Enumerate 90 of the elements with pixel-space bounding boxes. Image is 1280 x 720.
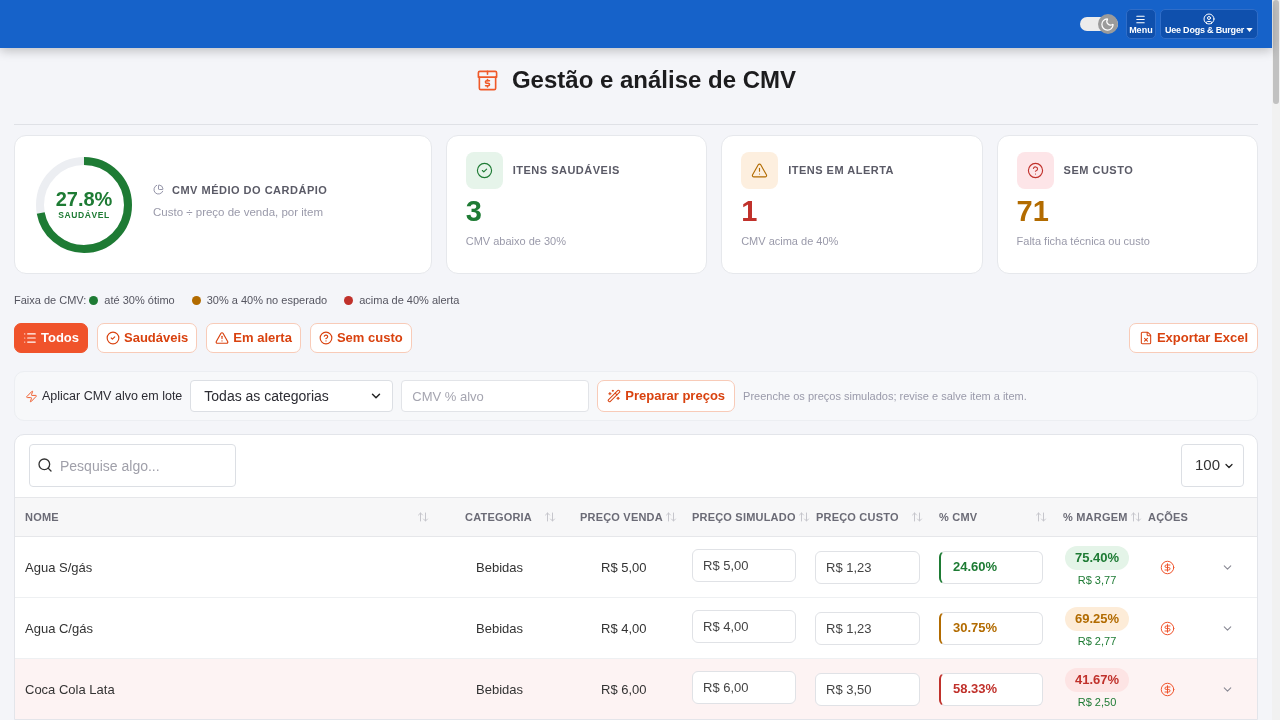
card-caption: CMV abaixo de 30% bbox=[465, 234, 567, 249]
dollar-circle-icon[interactable] bbox=[1160, 681, 1175, 697]
theme-toggle[interactable] bbox=[1079, 14, 1118, 34]
sort-icon[interactable] bbox=[417, 511, 429, 523]
simulated-price-input[interactable]: R$ 4,00 bbox=[692, 610, 796, 643]
sort-icon[interactable] bbox=[911, 511, 923, 523]
item-name: Agua S/gás bbox=[25, 560, 93, 575]
dollar-box-icon bbox=[475, 68, 499, 92]
sale-price: R$ 4,00 bbox=[601, 621, 647, 636]
list-icon bbox=[23, 331, 37, 345]
pie-chart-icon bbox=[153, 184, 164, 196]
margin-amount: R$ 2,50 bbox=[1077, 694, 1117, 710]
margin-amount: R$ 2,77 bbox=[1077, 633, 1117, 649]
sort-icon[interactable] bbox=[797, 511, 810, 523]
stat-value: 1 bbox=[741, 194, 759, 229]
cost-price-input[interactable]: R$ 1,23 bbox=[815, 611, 920, 645]
cmv-value: 30.75% bbox=[939, 611, 1043, 645]
legend-text: 30% a 40% no esperado bbox=[206, 292, 328, 308]
category-text: Bebidas bbox=[476, 682, 523, 697]
category-text: Bebidas bbox=[476, 621, 523, 636]
filter-tab[interactable]: Sem custo bbox=[309, 323, 412, 353]
column-header: CATEGORIA bbox=[465, 509, 532, 525]
sale-price: R$ 6,00 bbox=[601, 682, 647, 697]
gauge-status: SAUDÁVEL bbox=[58, 210, 110, 221]
check-circle-icon bbox=[106, 331, 121, 345]
batch-hint: Preenche os preços simulados; revise e salve item a item. bbox=[743, 388, 1027, 404]
card-caption: Falta ficha técnica ou custo bbox=[1016, 234, 1151, 249]
margin-badge: 75.40% bbox=[1064, 545, 1130, 570]
category-text: Bebidas bbox=[476, 560, 523, 575]
filter-tab[interactable]: Em alerta bbox=[206, 323, 301, 353]
column-header: NOME bbox=[25, 509, 59, 525]
column-header: PREÇO VENDA bbox=[580, 509, 663, 525]
question-circle-icon bbox=[318, 331, 333, 345]
sort-icon[interactable] bbox=[665, 511, 677, 523]
margin-badge: 41.67% bbox=[1064, 667, 1130, 692]
sort-icon[interactable] bbox=[1035, 511, 1047, 523]
simulated-price-input[interactable]: R$ 5,00 bbox=[692, 549, 796, 582]
prepare-prices-button[interactable]: Preparar preços bbox=[597, 380, 736, 412]
legend-label: Faixa de CMV: bbox=[14, 292, 87, 308]
scrollbar-thumb[interactable] bbox=[1273, 0, 1279, 104]
page-size-select[interactable]: 100 bbox=[1181, 444, 1244, 487]
stat-value: 3 bbox=[465, 194, 483, 229]
sort-icon[interactable] bbox=[1129, 511, 1142, 523]
warning-triangle-icon bbox=[215, 331, 230, 345]
stat-value: 71 bbox=[1016, 194, 1050, 229]
margin-badge: 69.25% bbox=[1064, 606, 1130, 631]
moon-icon bbox=[1097, 14, 1118, 34]
lightning-icon bbox=[25, 389, 38, 403]
simulated-price-input[interactable]: R$ 6,00 bbox=[692, 671, 796, 704]
column-header: AÇÕES bbox=[1148, 509, 1189, 525]
dollar-circle-icon[interactable] bbox=[1160, 620, 1175, 636]
cost-price-input[interactable]: R$ 3,50 bbox=[815, 672, 920, 706]
card-subtitle: Custo ÷ preço de venda, por item bbox=[153, 205, 324, 221]
sale-price: R$ 5,00 bbox=[601, 560, 647, 575]
page-title: Gestão e análise de CMV bbox=[511, 65, 797, 95]
cmv-value: 24.60% bbox=[939, 550, 1043, 584]
filter-tab[interactable]: Saudáveis bbox=[97, 323, 198, 353]
search-icon bbox=[37, 457, 53, 473]
user-circle-icon bbox=[1202, 13, 1215, 25]
cost-price-input[interactable]: R$ 1,23 bbox=[815, 550, 920, 584]
target-cmv-input[interactable]: CMV % alvo bbox=[401, 380, 590, 412]
column-header: % MARGEM bbox=[1063, 509, 1128, 525]
item-name: Coca Cola Lata bbox=[25, 682, 115, 697]
file-x-icon bbox=[1138, 331, 1153, 345]
category-select[interactable]: Todas as categorias bbox=[190, 380, 394, 412]
column-header: PREÇO SIMULADO bbox=[692, 509, 796, 525]
menu-button[interactable]: Menu bbox=[1125, 9, 1156, 39]
gauge-value: 27.8% bbox=[55, 188, 113, 210]
card-title: ITENS EM ALERTA bbox=[788, 163, 894, 179]
sort-icon[interactable] bbox=[544, 511, 556, 523]
card-title: SEM CUSTO bbox=[1063, 163, 1134, 179]
filter-tab[interactable]: Todos bbox=[14, 323, 89, 353]
magic-wand-icon bbox=[607, 389, 622, 403]
dollar-circle-icon[interactable] bbox=[1160, 559, 1175, 575]
export-button[interactable]: Exportar Excel bbox=[1128, 323, 1258, 353]
item-name: Agua C/gás bbox=[25, 621, 93, 636]
card-caption: CMV acima de 40% bbox=[741, 234, 840, 249]
card-title: CMV MÉDIO DO CARDÁPIO bbox=[172, 182, 328, 198]
caret-icon bbox=[1246, 28, 1253, 32]
column-header: PREÇO CUSTO bbox=[816, 509, 899, 525]
margin-amount: R$ 3,77 bbox=[1077, 572, 1117, 588]
legend-text: acima de 40% alerta bbox=[359, 292, 460, 308]
batch-label: Aplicar CMV alvo em lote bbox=[42, 387, 183, 405]
card-title: ITENS SAUDÁVEIS bbox=[512, 163, 620, 179]
account-button[interactable]: Uee Dogs & Burger bbox=[1159, 9, 1258, 39]
cmv-value: 58.33% bbox=[939, 672, 1043, 706]
legend-text: até 30% ótimo bbox=[104, 292, 175, 308]
search-field[interactable]: Pesquise algo... bbox=[29, 444, 236, 487]
menu-icon bbox=[1135, 13, 1147, 25]
column-header: % CMV bbox=[939, 509, 978, 525]
